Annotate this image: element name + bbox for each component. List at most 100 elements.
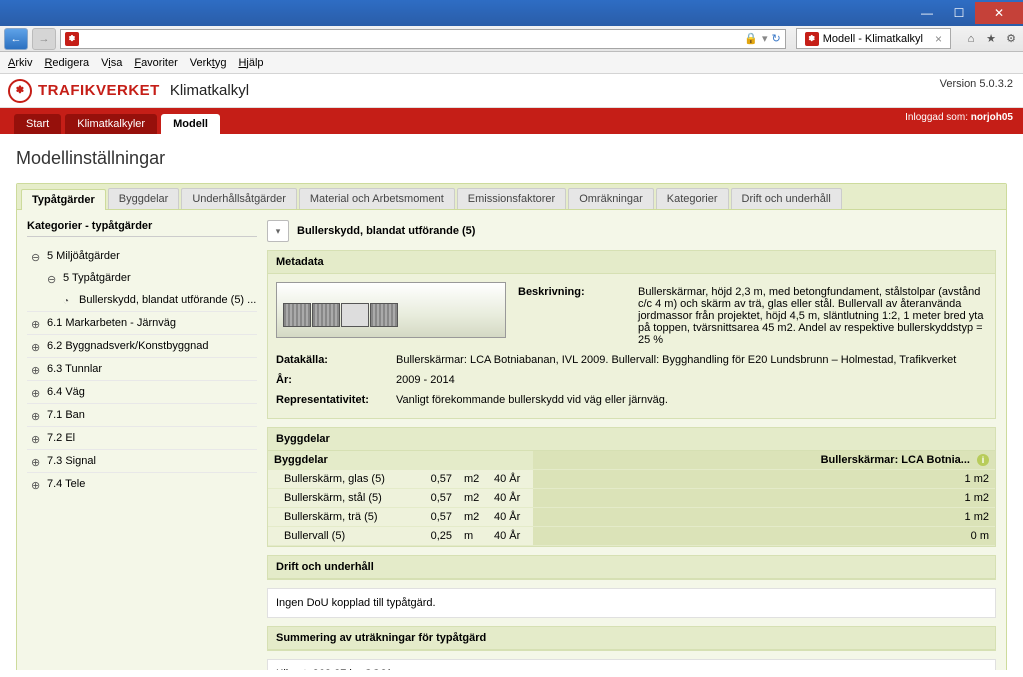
window-close-button[interactable]: ✕ [975,2,1023,24]
cross-section-sketch [276,282,506,338]
app-version: Version 5.0.3.2 [940,78,1013,90]
expand-icon[interactable] [31,410,41,420]
menu-redigera[interactable]: Redigera [44,57,89,69]
tree-item[interactable]: 7.4 Tele [27,472,257,495]
refresh-icon[interactable]: ↻ [772,32,781,45]
main-tab-klimatkalkyler[interactable]: Klimatkalkyler [65,114,157,134]
expand-icon[interactable] [31,433,41,443]
tree-item-label: 7.1 Ban [47,409,85,421]
sub-tab[interactable]: Underhållsåtgärder [181,188,297,209]
tree-item-label: 6.2 Byggnadsverk/Konstbyggnad [47,340,208,352]
tree-item-label: Bullerskydd, blandat utförande (5) ... [79,294,256,306]
leaf-icon[interactable] [63,295,73,305]
info-icon[interactable]: i [977,454,989,466]
summary-body: Klimat: 268,27 kg CO2/m Energi: 2 640,49… [267,659,996,670]
main-tab-start[interactable]: Start [14,114,61,134]
collapse-icon[interactable] [31,251,41,261]
expand-icon[interactable] [31,318,41,328]
sub-tab-bar: TypåtgärderByggdelarUnderhållsåtgärderMa… [17,184,1006,210]
metadata-row: År:2009 - 2014 [276,370,987,390]
tree-item[interactable]: 7.1 Ban [27,403,257,426]
window-min-button[interactable]: — [911,2,943,24]
browser-address-bar: ← → ✽ 🔒 ▾ ↻ ✽ Modell - Klimatkalkyl × ⌂ … [0,26,1023,52]
tree-item-label: 7.2 El [47,432,75,444]
metadata-value: Vanligt förekommande bullerskydd vid väg… [396,394,987,406]
browser-tab-title: Modell - Klimatkalkyl [823,33,923,45]
window-max-button[interactable]: ☐ [943,2,975,24]
metadata-value: 2009 - 2014 [396,374,987,386]
menu-favoriter[interactable]: Favoriter [134,57,177,69]
dou-section: Drift och underhåll [267,555,996,580]
tree-item[interactable]: Bullerskydd, blandat utförande (5) ... [59,289,257,311]
tree-item[interactable]: 6.4 Väg [27,380,257,403]
metadata-section: Metadata Beskrivning:Bullerskärmar, höjd… [267,250,996,419]
tree-item[interactable]: 5 Miljöåtgärder [27,245,257,267]
tools-gear-icon[interactable]: ⚙ [1003,32,1019,45]
tree-item-label: 6.1 Markarbeten - Järnväg [47,317,176,329]
metadata-label: Representativitet: [276,394,396,406]
sub-tab[interactable]: Drift och underhåll [731,188,842,209]
tree-item[interactable]: 7.2 El [27,426,257,449]
metadata-value: Bullerskärmar, höjd 2,3 m, med betongfun… [638,286,987,346]
site-favicon: ✽ [65,32,79,46]
table-row: Bullerskärm, trä (5)0,57m240 År1 m2 [268,508,995,527]
tab-close-icon[interactable]: × [935,32,942,46]
app-header: ✽ TRAFIKVERKET Klimatkalkyl Version 5.0.… [0,74,1023,108]
metadata-row: Representativitet:Vanligt förekommande b… [276,390,987,410]
tree-item[interactable]: 6.1 Markarbeten - Järnväg [27,311,257,334]
sub-tab[interactable]: Emissionsfaktorer [457,188,566,209]
byggdelar-heading: Byggdelar [268,428,995,451]
window-titlebar: — ☐ ✕ [0,0,1023,26]
menu-verktyg[interactable]: Verktyg [190,57,227,69]
table-row: Bullerskärm, glas (5)0,57m240 År1 m2 [268,470,995,489]
detail-title: Bullerskydd, blandat utförande (5) [297,225,475,237]
metadata-value: Bullerskärmar: LCA Botniabanan, IVL 2009… [396,354,987,366]
tab-favicon: ✽ [805,32,819,46]
expand-icon[interactable] [31,479,41,489]
url-field[interactable]: ✽ 🔒 ▾ ↻ [60,29,786,49]
tree-item-label: 6.4 Väg [47,386,85,398]
table-row: Bullerskärm, stål (5)0,57m240 År1 m2 [268,489,995,508]
menu-visa[interactable]: Visa [101,57,122,69]
sub-tab[interactable]: Kategorier [656,188,729,209]
dou-heading: Drift och underhåll [268,556,995,579]
byggdelar-col1: Byggdelar [268,451,418,470]
favorites-icon[interactable]: ★ [983,32,999,45]
tree-item-label: 7.4 Tele [47,478,85,490]
expand-icon[interactable] [31,456,41,466]
menu-hjalp[interactable]: Hjälp [238,57,263,69]
sub-tab[interactable]: Material och Arbetsmoment [299,188,455,209]
nav-back-button[interactable]: ← [4,28,28,50]
byggdelar-section: Byggdelar Byggdelar Bullerskärmar: LCA B… [267,427,996,547]
sub-tab[interactable]: Byggdelar [108,188,180,209]
expand-icon[interactable] [31,387,41,397]
tree-item[interactable]: 6.2 Byggnadsverk/Konstbyggnad [27,334,257,357]
tree-item[interactable]: 5 Typåtgärder [43,267,257,289]
tree-item[interactable]: 6.3 Tunnlar [27,357,257,380]
detail-dropdown-toggle[interactable]: ▾ [267,220,289,242]
primary-nav: Inloggad som: norjoh05 StartKlimatkalkyl… [0,108,1023,134]
byggdelar-col2: Bullerskärmar: LCA Botnia... [821,454,970,466]
browser-tab[interactable]: ✽ Modell - Klimatkalkyl × [796,28,951,49]
collapse-icon[interactable] [47,273,57,283]
table-row: Bullervall (5)0,25m40 År0 m [268,527,995,546]
trafikverket-logo-icon: ✽ [8,79,32,103]
settings-panel: TypåtgärderByggdelarUnderhållsåtgärderMa… [16,183,1007,670]
dou-body: Ingen DoU kopplad till typåtgärd. [267,588,996,618]
app-title: Klimatkalkyl [170,82,249,99]
main-tab-modell[interactable]: Modell [161,114,220,134]
category-tree-heading: Kategorier - typåtgärder [27,220,257,237]
sub-tab[interactable]: Typåtgärder [21,189,106,210]
login-status: Inloggad som: norjoh05 [905,112,1013,123]
expand-icon[interactable] [31,364,41,374]
sub-tab[interactable]: Omräkningar [568,188,654,209]
expand-icon[interactable] [31,341,41,351]
home-icon[interactable]: ⌂ [963,33,979,45]
nav-forward-button[interactable]: → [32,28,56,50]
tree-item-label: 5 Miljöåtgärder [47,250,120,262]
tree-item[interactable]: 7.3 Signal [27,449,257,472]
menu-arkiv[interactable]: Arkiv [8,57,32,69]
tree-item-label: 5 Typåtgärder [63,272,131,284]
metadata-row: Datakälla:Bullerskärmar: LCA Botniabanan… [276,350,987,370]
metadata-heading: Metadata [268,251,995,274]
